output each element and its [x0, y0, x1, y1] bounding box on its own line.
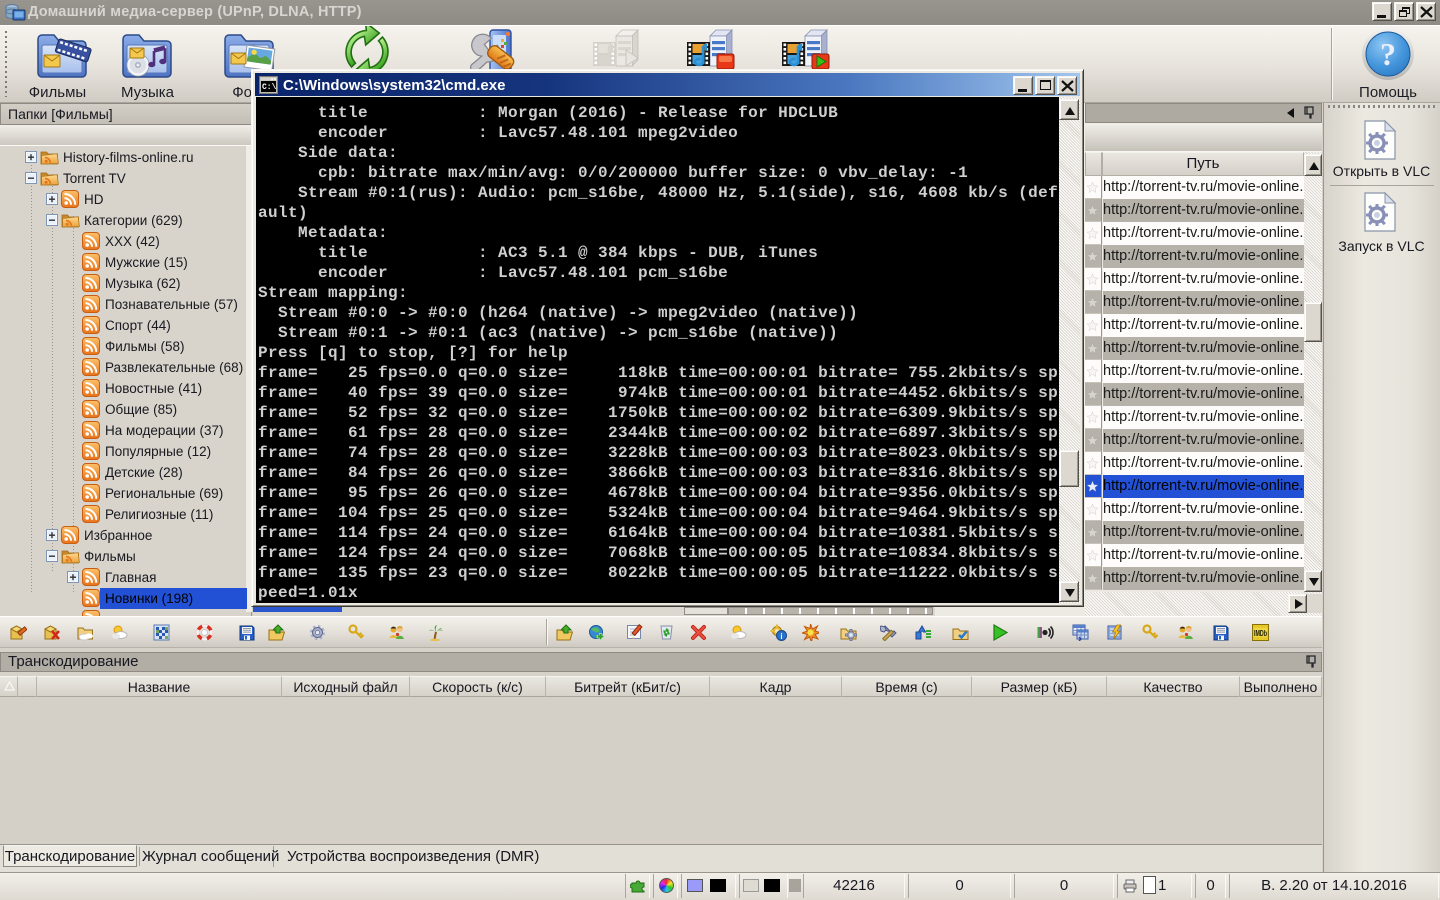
svg-text:i: i [780, 632, 782, 641]
svg-text:IMDb: IMDb [1254, 628, 1267, 638]
svg-text:?: ? [1380, 36, 1396, 72]
svg-text:C:\.: C:\. [262, 83, 278, 92]
